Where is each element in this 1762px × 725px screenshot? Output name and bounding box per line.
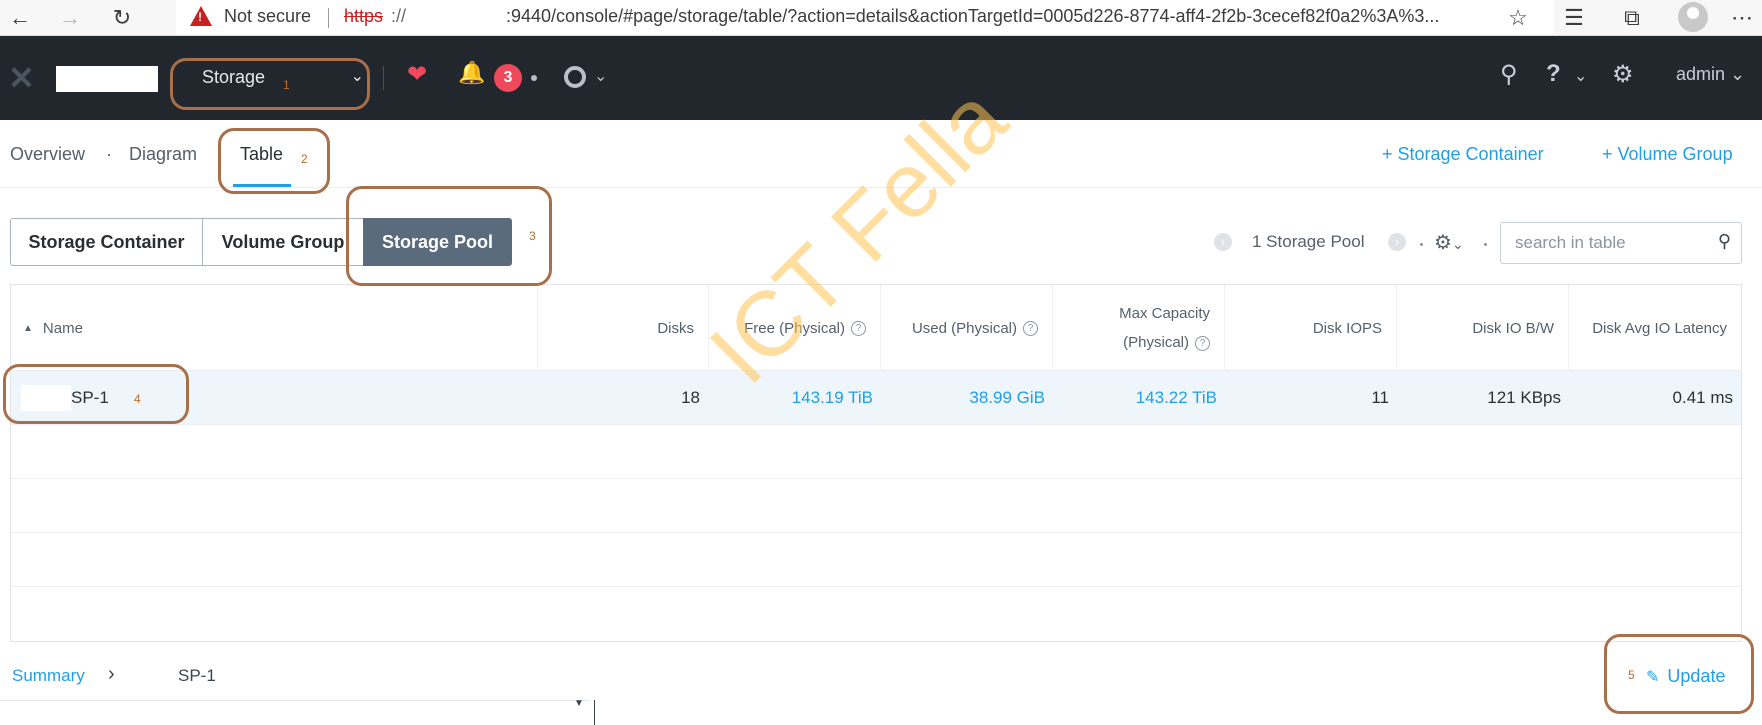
selected-entity-name: SP-1 bbox=[178, 666, 216, 685]
empty-row bbox=[11, 533, 1741, 587]
annotation-box-4 bbox=[3, 364, 189, 424]
url-slashes: :// bbox=[391, 6, 407, 26]
header-divider bbox=[383, 66, 384, 90]
summary-link[interactable]: Summary bbox=[12, 666, 85, 686]
alert-count-badge[interactable]: 3 bbox=[494, 64, 522, 92]
text-cursor bbox=[594, 700, 595, 725]
next-page-icon[interactable]: › bbox=[1388, 233, 1406, 251]
tab-diagram[interactable]: Diagram bbox=[129, 144, 197, 165]
empty-row bbox=[11, 479, 1741, 533]
chevron-right-icon: › bbox=[108, 663, 115, 685]
annotation-box-1 bbox=[170, 58, 370, 110]
annotation-number-3: 3 bbox=[529, 229, 536, 243]
table-row[interactable]: SP-1 18 143.19 TiB 38.99 GiB 143.22 TiB … bbox=[11, 371, 1741, 425]
tab-overview[interactable]: Overview bbox=[10, 144, 85, 165]
empty-row bbox=[11, 425, 1741, 479]
favorite-add-icon[interactable]: ☆ bbox=[1504, 4, 1532, 32]
tool-separator bbox=[1484, 243, 1487, 246]
column-header-disks[interactable]: Disks bbox=[538, 285, 709, 371]
table-settings-gear-icon[interactable]: ⚙⌄ bbox=[1434, 230, 1464, 255]
collections-icon[interactable]: ⧉ bbox=[1618, 4, 1646, 32]
status-dot-icon bbox=[531, 75, 537, 81]
user-label: admin bbox=[1676, 64, 1726, 84]
cell-used-physical[interactable]: 38.99 GiB bbox=[881, 371, 1045, 425]
column-header-disk-io-bw[interactable]: Disk IO B/W bbox=[1397, 285, 1569, 371]
add-volume-group-link[interactable]: + Volume Group bbox=[1602, 144, 1733, 165]
arrow-right-icon[interactable]: → bbox=[56, 4, 84, 32]
segment-volume-group[interactable]: Volume Group bbox=[202, 218, 364, 266]
bell-icon[interactable]: 🔔 bbox=[458, 60, 485, 86]
warning-icon: ! bbox=[190, 6, 212, 26]
column-label: Disks bbox=[657, 319, 694, 337]
column-header-free-physical[interactable]: Free (Physical)? bbox=[709, 285, 881, 371]
search-input[interactable] bbox=[1515, 233, 1705, 253]
more-icon[interactable]: ⋯ bbox=[1728, 4, 1756, 32]
cell-disk-avg-io-latency: 0.41 ms bbox=[1672, 388, 1733, 407]
tool-separator bbox=[1420, 243, 1423, 246]
annotation-box-2 bbox=[218, 128, 330, 194]
sort-ascending-icon: ▲ bbox=[23, 322, 33, 334]
reload-icon[interactable]: ↻ bbox=[108, 4, 136, 32]
annotation-number-5: 5 bbox=[1628, 668, 1635, 682]
cluster-name-redacted[interactable] bbox=[56, 66, 158, 92]
url-text: :9440/console/#page/storage/table/?actio… bbox=[506, 6, 1440, 26]
add-storage-container-link[interactable]: + Storage Container bbox=[1382, 144, 1544, 165]
column-header-name[interactable]: ▲ Name bbox=[11, 285, 538, 371]
cell-disk-io-bw: 121 KBps bbox=[1487, 388, 1561, 407]
column-label: Disk IOPS bbox=[1312, 319, 1382, 337]
nutanix-x-icon[interactable]: ✕ bbox=[8, 62, 35, 94]
security-label[interactable]: Not secure bbox=[224, 6, 311, 27]
column-label-line1: Max Capacity bbox=[1119, 305, 1210, 322]
column-header-disk-iops[interactable]: Disk IOPS bbox=[1225, 285, 1397, 371]
cell-max-capacity[interactable]: 143.22 TiB bbox=[1053, 371, 1217, 425]
column-label: Name bbox=[42, 319, 83, 337]
address-bar[interactable]: ! Not secure https :// :9440/console/#pa… bbox=[176, 0, 1554, 34]
segment-storage-container[interactable]: Storage Container bbox=[10, 218, 203, 266]
heart-pulse-icon[interactable]: ❤ bbox=[407, 60, 427, 89]
annotation-box-5 bbox=[1604, 634, 1754, 714]
gear-icon[interactable]: ⚙ bbox=[1612, 60, 1634, 89]
column-label: Free (Physical) bbox=[744, 319, 845, 337]
annotation-number-1: 1 bbox=[283, 78, 290, 92]
search-icon[interactable]: ⚲ bbox=[1718, 231, 1731, 252]
chevron-down-icon[interactable]: ⌄ bbox=[1574, 66, 1587, 86]
cell-disks: 18 bbox=[681, 388, 700, 407]
user-menu[interactable]: admin ⌄ bbox=[1676, 64, 1745, 85]
tasks-ring-icon[interactable] bbox=[564, 66, 586, 88]
caret-down-icon: ▼ bbox=[574, 698, 584, 709]
column-label: Disk IO B/W bbox=[1472, 319, 1554, 337]
table-header: ▲ Name Disks Free (Physical)? Used (Phys… bbox=[11, 285, 1741, 371]
column-label: Disk Avg IO Latency bbox=[1592, 319, 1727, 337]
url-scheme: https bbox=[344, 6, 384, 26]
table-search[interactable]: ⚲ bbox=[1500, 222, 1742, 264]
prev-page-icon[interactable]: ‹ bbox=[1214, 233, 1232, 251]
column-label: Used (Physical) bbox=[911, 319, 1017, 337]
search-icon[interactable]: ⚲ bbox=[1500, 60, 1518, 89]
browser-toolbar: ← → ↻ ! Not secure https :// :9440/conso… bbox=[0, 0, 1762, 36]
favorites-icon[interactable]: ☰ bbox=[1560, 4, 1588, 32]
chevron-down-icon: ⌄ bbox=[1730, 64, 1746, 84]
url-separator bbox=[328, 8, 329, 28]
help-icon[interactable]: ? bbox=[1023, 320, 1038, 336]
chevron-down-icon[interactable]: ⌄ bbox=[594, 66, 607, 86]
lower-divider bbox=[0, 700, 590, 701]
annotation-number-4: 4 bbox=[134, 392, 141, 406]
cell-free-physical[interactable]: 143.19 TiB bbox=[709, 371, 873, 425]
cell-disk-iops: 11 bbox=[1371, 388, 1389, 407]
help-icon[interactable]: ? bbox=[1546, 60, 1561, 88]
column-header-used-physical[interactable]: Used (Physical)? bbox=[881, 285, 1053, 371]
storage-pool-table: ▲ Name Disks Free (Physical)? Used (Phys… bbox=[10, 284, 1742, 642]
arrow-left-icon[interactable]: ← bbox=[6, 4, 34, 32]
entity-count: 1 Storage Pool bbox=[1252, 232, 1365, 251]
help-icon[interactable]: ? bbox=[1195, 335, 1210, 351]
help-icon[interactable]: ? bbox=[851, 320, 866, 336]
profile-avatar-icon[interactable] bbox=[1678, 2, 1708, 32]
nav-separator: · bbox=[106, 144, 112, 164]
column-header-disk-avg-io-latency[interactable]: Disk Avg IO Latency bbox=[1569, 285, 1741, 371]
column-header-max-capacity[interactable]: Max Capacity (Physical)? bbox=[1053, 285, 1225, 371]
annotation-box-3 bbox=[346, 186, 552, 286]
annotation-number-2: 2 bbox=[301, 152, 308, 166]
column-label-line2: (Physical) bbox=[1123, 334, 1189, 351]
